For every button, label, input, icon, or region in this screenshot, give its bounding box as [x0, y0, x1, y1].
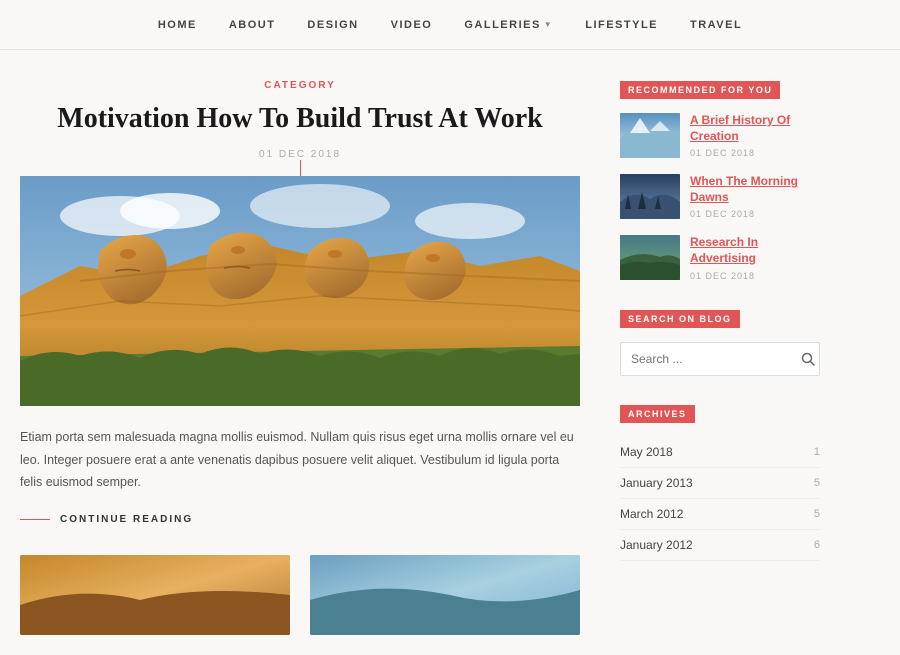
rec-title-3[interactable]: Research In Advertising [690, 235, 820, 266]
article-excerpt: Etiam porta sem malesuada magna mollis e… [20, 426, 580, 494]
rec-thumb-3 [620, 235, 680, 280]
recommended-item-3[interactable]: Research In Advertising 01 Dec 2018 [620, 235, 820, 280]
rec-date-3: 01 Dec 2018 [690, 271, 820, 281]
nav-travel[interactable]: Travel [690, 19, 742, 31]
recommended-item-1[interactable]: A Brief History Of Creation 01 Dec 2018 [620, 113, 820, 158]
archive-month-3: March 2012 [620, 507, 683, 521]
archive-month-1: May 2018 [620, 445, 673, 459]
archive-month-4: January 2012 [620, 538, 693, 552]
search-title: Search On Blog [620, 310, 740, 328]
main-content: Category Motivation How To Build Trust A… [20, 80, 580, 635]
recommended-item-2[interactable]: When The Morning Dawns 01 Dec 2018 [620, 174, 820, 219]
continue-reading-label: Continue Reading [60, 514, 193, 525]
continue-reading-line [20, 519, 50, 521]
archive-item-3[interactable]: March 2012 5 [620, 499, 820, 530]
recommended-section: Recommended For You [620, 80, 820, 281]
search-container [620, 342, 820, 376]
chevron-down-icon: ▼ [544, 20, 553, 29]
archive-item-2[interactable]: January 2013 5 [620, 468, 820, 499]
rec-info-3: Research In Advertising 01 Dec 2018 [690, 235, 820, 280]
nav-design[interactable]: Design [307, 19, 358, 31]
archive-count-3: 5 [814, 508, 820, 520]
article-title: Motivation How To Build Trust At Work [20, 101, 580, 137]
search-icon [801, 352, 815, 366]
rec-title-2[interactable]: When The Morning Dawns [690, 174, 820, 205]
archives-title: Archives [620, 405, 695, 423]
article-image-container [20, 176, 580, 406]
archives-section: Archives May 2018 1 January 2013 5 March… [620, 404, 820, 561]
search-section: Search On Blog [620, 309, 820, 376]
thumbnail-1[interactable] [20, 555, 290, 635]
archive-count-4: 6 [814, 539, 820, 551]
archive-item-4[interactable]: January 2012 6 [620, 530, 820, 561]
rec-title-1[interactable]: A Brief History Of Creation [690, 113, 820, 144]
rec-thumb-2 [620, 174, 680, 219]
search-button[interactable] [796, 342, 819, 376]
sidebar: Recommended For You [620, 80, 820, 635]
archive-count-2: 5 [814, 477, 820, 489]
rec-date-2: 01 Dec 2018 [690, 209, 820, 219]
nav-home[interactable]: Home [158, 19, 197, 31]
recommended-title: Recommended For You [620, 81, 780, 99]
rec-info-2: When The Morning Dawns 01 Dec 2018 [690, 174, 820, 219]
archive-item-1[interactable]: May 2018 1 [620, 437, 820, 468]
article-date: 01 Dec 2018 [20, 149, 580, 160]
nav-galleries[interactable]: Galleries ▼ [464, 19, 553, 31]
page-container: Category Motivation How To Build Trust A… [0, 50, 900, 655]
rec-info-1: A Brief History Of Creation 01 Dec 2018 [690, 113, 820, 158]
rec-date-1: 01 Dec 2018 [690, 148, 820, 158]
archive-month-2: January 2013 [620, 476, 693, 490]
article-category: Category [20, 80, 580, 91]
thumbnail-2[interactable] [310, 555, 580, 635]
continue-reading-button[interactable]: Continue Reading [20, 514, 580, 525]
archive-count-1: 1 [814, 446, 820, 458]
article-main-image [20, 176, 580, 406]
article-thumbnails [20, 555, 580, 635]
nav-video[interactable]: Video [391, 19, 433, 31]
search-input[interactable] [621, 352, 796, 366]
nav-lifestyle[interactable]: Lifestyle [585, 19, 658, 31]
nav-about[interactable]: About [229, 19, 276, 31]
rec-thumb-1 [620, 113, 680, 158]
main-nav: Home About Design Video Galleries ▼ Life… [0, 0, 900, 50]
